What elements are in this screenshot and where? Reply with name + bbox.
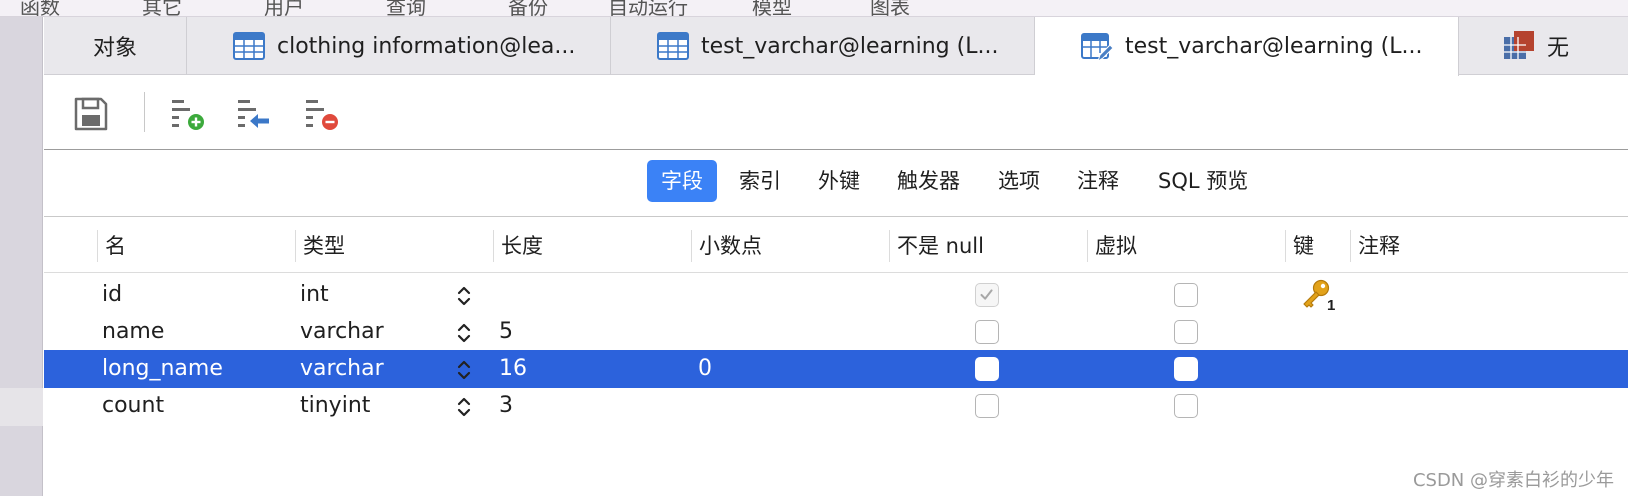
table-design-icon [1081, 32, 1113, 62]
segment-fields[interactable]: 字段 [647, 160, 717, 202]
column-header-not-null[interactable]: 不是 null [889, 230, 984, 262]
virtual-checkbox[interactable] [1174, 320, 1198, 344]
column-header-name[interactable]: 名 [97, 230, 126, 262]
menu-item-chart[interactable]: 图表 [870, 0, 910, 16]
table-icon [657, 32, 689, 60]
toolbar [44, 76, 1628, 150]
field-length-cell[interactable]: 5 [499, 313, 513, 351]
table-red-icon [1504, 31, 1534, 59]
field-name-cell[interactable]: count [102, 387, 164, 425]
menu-item-other[interactable]: 其它 [142, 0, 182, 16]
tab-test-varchar-design[interactable]: test_varchar@learning (L... [1035, 17, 1459, 76]
column-header-comment[interactable]: 注释 [1350, 230, 1556, 262]
key-order-label: 1 [1327, 297, 1335, 312]
toolbar-separator [144, 92, 145, 132]
column-header-key[interactable]: 键 [1285, 230, 1314, 262]
checkmark-icon [980, 289, 993, 300]
table-row[interactable]: count tinyint 3 [44, 387, 1628, 425]
table-row[interactable]: id int 1 [44, 276, 1628, 314]
field-name-cell[interactable]: id [102, 276, 122, 314]
segment-indexes[interactable]: 索引 [725, 160, 795, 202]
tab-bar: 对象 clothing information@lea... test_varc… [44, 17, 1628, 76]
insert-field-icon[interactable] [236, 96, 272, 132]
segment-comment[interactable]: 注释 [1063, 160, 1133, 202]
not-null-checkbox[interactable] [975, 283, 999, 307]
save-icon[interactable] [73, 96, 109, 132]
segment-foreign-keys[interactable]: 外键 [804, 160, 874, 202]
not-null-checkbox[interactable] [975, 320, 999, 344]
field-type-cell[interactable]: varchar [300, 350, 384, 388]
menu-item-query[interactable]: 查询 [386, 0, 426, 16]
tab-label: 无 [1547, 36, 1570, 61]
column-header-decimals[interactable]: 小数点 [691, 230, 762, 262]
tab-objects[interactable]: 对象 [44, 17, 187, 75]
tab-label: 对象 [92, 36, 137, 61]
field-name-cell[interactable]: name [102, 313, 164, 351]
menu-item-model[interactable]: 模型 [752, 0, 792, 16]
field-type-cell[interactable]: tinyint [300, 387, 370, 425]
segment-triggers[interactable]: 触发器 [883, 160, 974, 202]
table-icon [233, 32, 265, 60]
segment-sql-preview[interactable]: SQL 预览 [1144, 160, 1262, 202]
tab-test-varchar-1[interactable]: test_varchar@learning (L... [611, 17, 1035, 75]
type-stepper-icon[interactable] [456, 395, 472, 419]
table-row-selected[interactable]: long_name varchar 16 0 [44, 350, 1628, 388]
delete-field-icon[interactable] [304, 96, 340, 132]
menu-item-automation[interactable]: 自动运行 [608, 0, 688, 16]
field-type-cell[interactable]: varchar [300, 313, 384, 351]
tab-untitled[interactable]: 无 [1459, 17, 1628, 75]
tab-label: clothing information@lea... [277, 33, 576, 59]
column-header-length[interactable]: 长度 [493, 230, 543, 262]
field-decimals-cell[interactable]: 0 [698, 350, 712, 388]
fields-grid: 名 类型 长度 小数点 不是 null 虚拟 键 注释 id int 1 nam… [44, 218, 1628, 496]
type-stepper-icon[interactable] [456, 321, 472, 345]
sidebar-highlight [0, 388, 43, 426]
segment-tabs: 字段 索引 外键 触发器 选项 注释 SQL 预览 [44, 151, 1628, 217]
segment-options[interactable]: 选项 [984, 160, 1054, 202]
field-type-cell[interactable]: int [300, 276, 329, 314]
primary-key-icon: 1 [1303, 279, 1335, 312]
add-field-icon[interactable] [170, 96, 206, 132]
field-length-cell[interactable]: 16 [499, 350, 527, 388]
menu-item-backup[interactable]: 备份 [508, 0, 548, 16]
type-stepper-icon[interactable] [456, 358, 472, 382]
not-null-checkbox[interactable] [975, 394, 999, 418]
tab-label: test_varchar@learning (L... [701, 33, 999, 59]
table-row[interactable]: name varchar 5 [44, 313, 1628, 351]
watermark: CSDN @穿素白衫的少年 [1412, 470, 1614, 491]
field-length-cell[interactable]: 3 [499, 387, 513, 425]
tab-clothing-information[interactable]: clothing information@lea... [187, 17, 611, 75]
menu-bar: 函数 其它 用户 查询 备份 自动运行 模型 图表 [0, 0, 1628, 17]
menu-item-functions[interactable]: 函数 [20, 0, 60, 16]
field-name-cell[interactable]: long_name [102, 350, 223, 388]
type-stepper-icon[interactable] [456, 284, 472, 308]
menu-item-users[interactable]: 用户 [264, 0, 304, 16]
virtual-checkbox[interactable] [1174, 283, 1198, 307]
grid-header: 名 类型 长度 小数点 不是 null 虚拟 键 注释 [44, 218, 1628, 273]
tab-label: test_varchar@learning (L... [1125, 34, 1423, 59]
column-header-type[interactable]: 类型 [295, 230, 345, 262]
virtual-checkbox[interactable] [1174, 394, 1198, 418]
virtual-checkbox[interactable] [1174, 357, 1198, 381]
left-sidebar-strip [0, 17, 43, 496]
not-null-checkbox[interactable] [975, 357, 999, 381]
column-header-virtual[interactable]: 虚拟 [1087, 230, 1137, 262]
